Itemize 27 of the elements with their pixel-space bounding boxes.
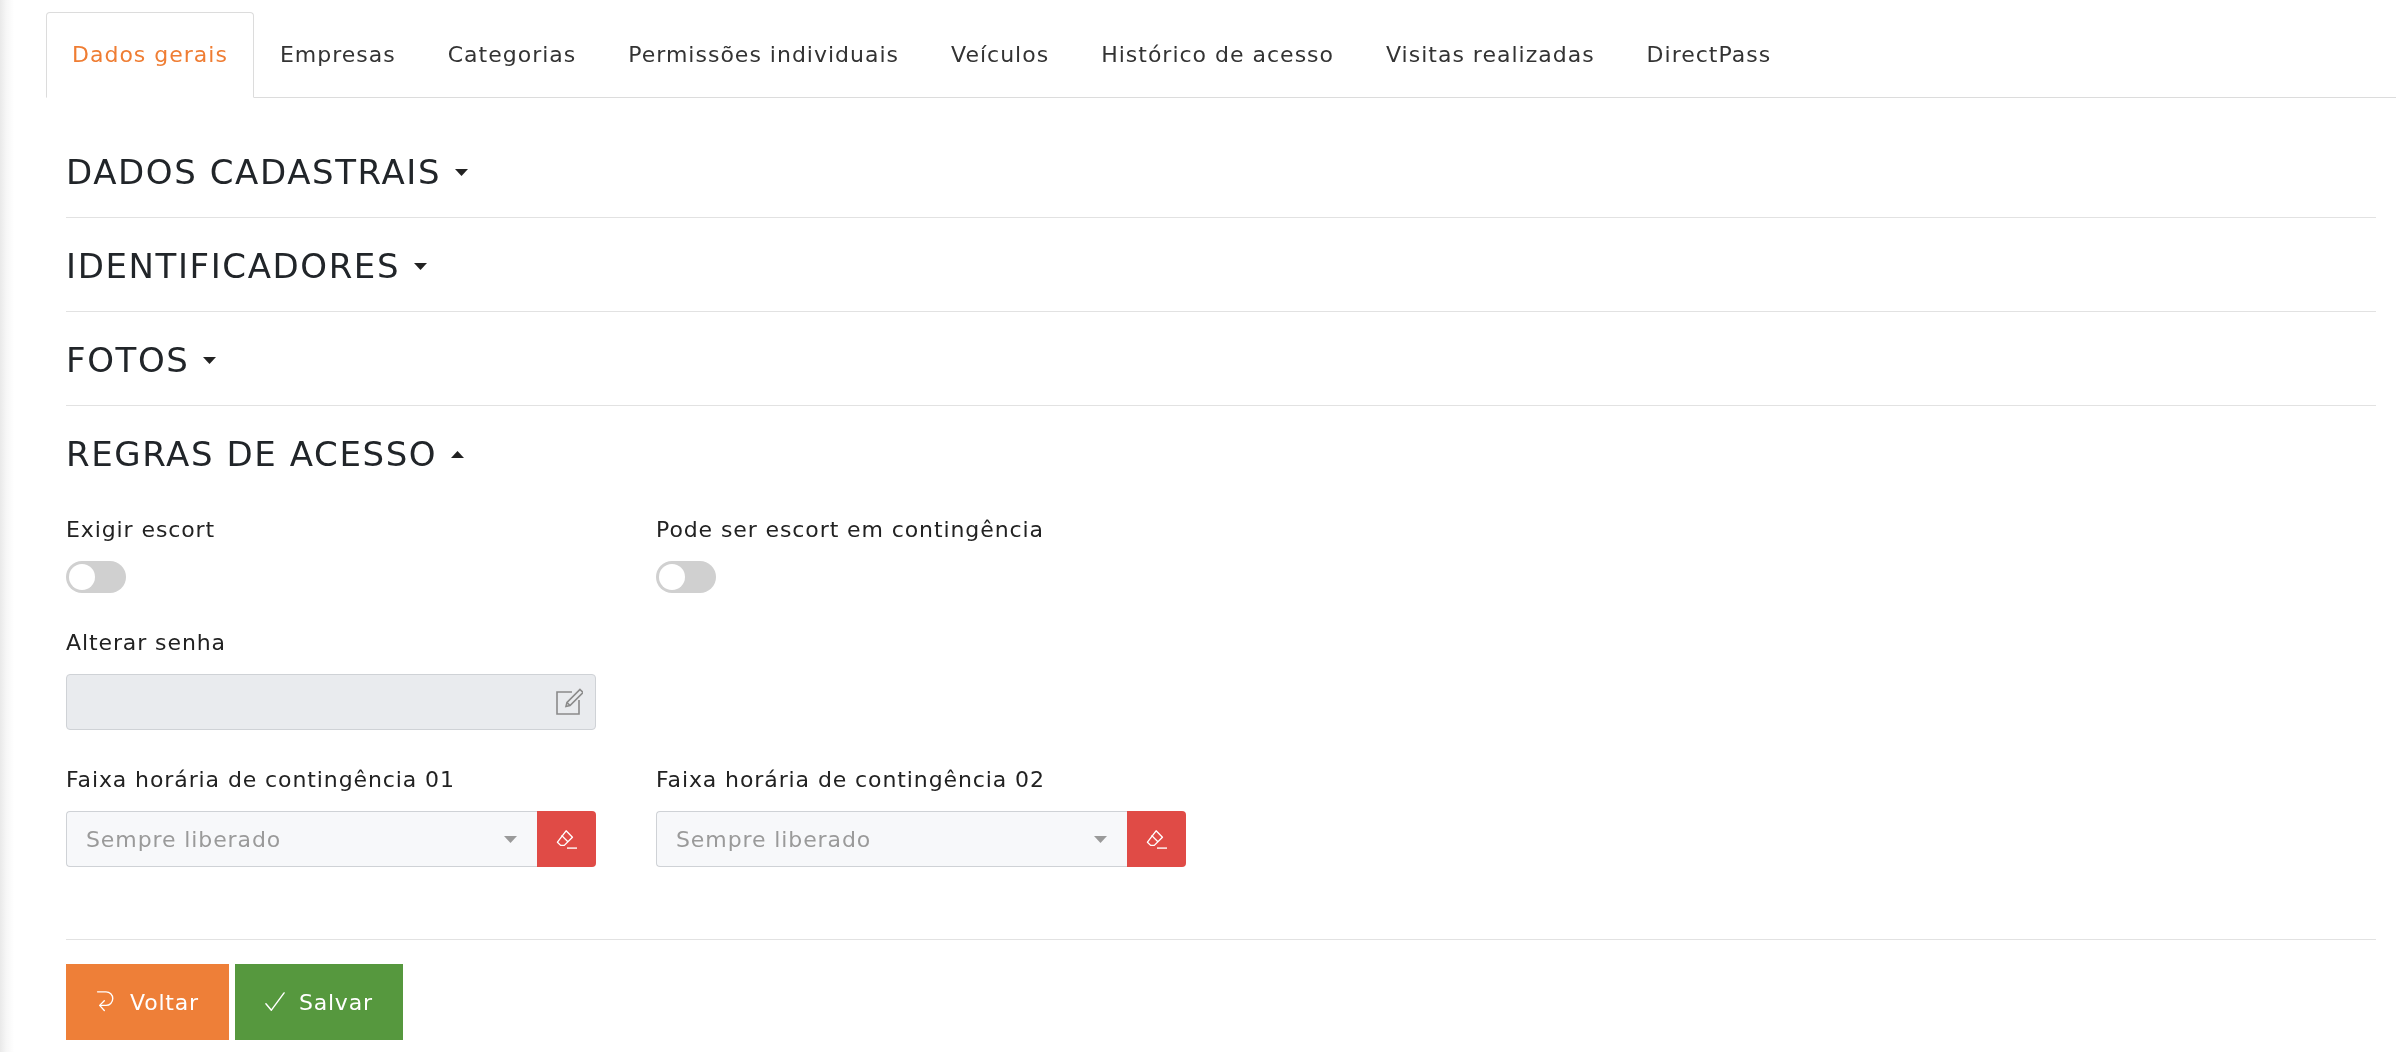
tab[interactable]: Empresas bbox=[253, 12, 422, 98]
clear-button[interactable] bbox=[537, 811, 596, 867]
field-label: Faixa horária de contingência 01 bbox=[66, 766, 455, 793]
check-icon bbox=[264, 991, 285, 1013]
clear-button[interactable] bbox=[1127, 811, 1186, 867]
caret-down-icon bbox=[1094, 835, 1107, 843]
field-label: Alterar senha bbox=[66, 629, 226, 656]
section-header[interactable]: DADOS CADASTRAIS bbox=[66, 124, 469, 217]
save-button[interactable]: Salvar bbox=[234, 964, 403, 1040]
field-label: Faixa horária de contingência 02 bbox=[656, 766, 1045, 793]
toggle-switch[interactable] bbox=[66, 561, 126, 593]
tab[interactable]: Categorias bbox=[421, 12, 603, 98]
field-label: Pode ser escort em contingência bbox=[656, 516, 1044, 543]
section-header[interactable]: IDENTIFICADORES bbox=[66, 218, 428, 311]
return-arrow-icon bbox=[96, 991, 116, 1013]
eraser-icon bbox=[555, 829, 578, 849]
tab[interactable]: Veículos bbox=[925, 12, 1076, 98]
section-header[interactable]: REGRAS DE ACESSO bbox=[66, 406, 465, 499]
toggle-switch[interactable] bbox=[656, 561, 716, 593]
tab[interactable]: Visitas realizadas bbox=[1360, 12, 1621, 98]
tab[interactable]: Histórico de acesso bbox=[1075, 12, 1361, 98]
eraser-icon bbox=[1145, 829, 1168, 849]
tab[interactable]: Permissões individuais bbox=[602, 12, 926, 98]
tab[interactable]: DirectPass bbox=[1620, 12, 1798, 98]
section-header[interactable]: FOTOS bbox=[66, 312, 217, 405]
field-label: Exigir escort bbox=[66, 516, 216, 543]
caret-down-icon bbox=[504, 835, 517, 843]
